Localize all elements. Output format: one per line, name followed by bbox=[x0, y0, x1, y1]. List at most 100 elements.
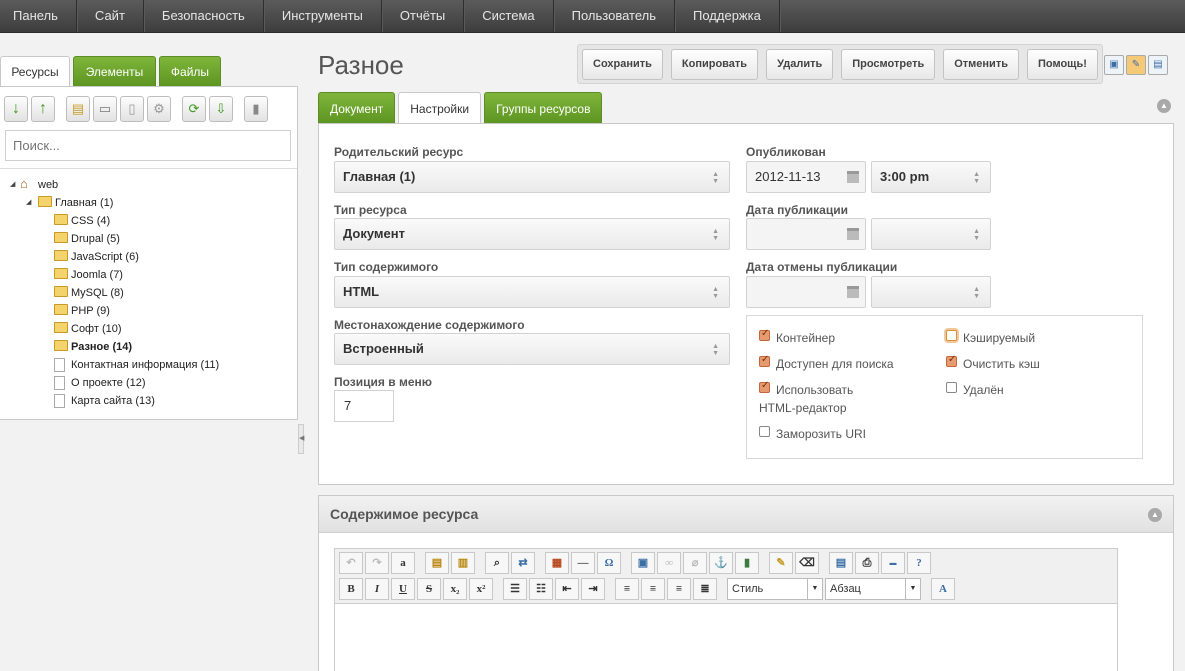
resource-type-select[interactable]: Документ ▲ ▼ bbox=[334, 218, 730, 250]
paste-text-icon[interactable]: ▥ bbox=[451, 552, 475, 574]
help-icon[interactable]: ? bbox=[907, 552, 931, 574]
new-symlink-button[interactable]: ▯ bbox=[120, 96, 144, 122]
indent-icon[interactable]: ⇥ bbox=[581, 578, 605, 600]
refresh-button[interactable]: ⟳ bbox=[182, 96, 206, 122]
checkbox-freeze-uri[interactable]: Заморозить URI bbox=[759, 425, 866, 443]
calendar-icon[interactable] bbox=[847, 171, 859, 183]
tab-files[interactable]: Файлы bbox=[159, 56, 221, 87]
anchor-icon[interactable]: ⚓ bbox=[709, 552, 733, 574]
purge-button[interactable]: ▮ bbox=[244, 96, 268, 122]
image-icon[interactable]: ▣ bbox=[631, 552, 655, 574]
bold-icon[interactable]: B bbox=[339, 578, 363, 600]
new-resource-button[interactable]: ▤ bbox=[66, 96, 90, 122]
tab-document[interactable]: Документ bbox=[318, 92, 396, 124]
italic-icon[interactable]: I bbox=[365, 578, 389, 600]
checkbox-rich-text[interactable]: Использовать bbox=[759, 380, 853, 399]
special-char-icon[interactable]: Ω bbox=[597, 552, 621, 574]
tab-resources[interactable]: Ресурсы bbox=[0, 56, 70, 87]
sort-down-button[interactable]: ↓ bbox=[4, 96, 28, 122]
tree-node[interactable]: Разное (14) bbox=[0, 338, 297, 356]
collapse-up-icon[interactable]: ▲ bbox=[1148, 508, 1162, 522]
underline-icon[interactable]: U bbox=[391, 578, 415, 600]
expand-arrow-icon[interactable]: ◢ bbox=[26, 194, 31, 212]
numbered-list-icon[interactable]: ☷ bbox=[529, 578, 553, 600]
checkbox-deleted[interactable]: Удалён bbox=[946, 381, 1004, 399]
layout-window-icon[interactable]: ▤ bbox=[1148, 55, 1168, 75]
tree-node[interactable]: MySQL (8) bbox=[0, 284, 297, 302]
nav-item[interactable]: Поддержка bbox=[675, 0, 780, 32]
redo-icon[interactable]: ↷ bbox=[365, 552, 389, 574]
layout-left-icon[interactable]: ▣ bbox=[1104, 55, 1124, 75]
align-left-icon[interactable]: ≡ bbox=[615, 578, 639, 600]
content-disposition-select[interactable]: Встроенный ▲ ▼ bbox=[334, 333, 730, 365]
tab-resource-groups[interactable]: Группы ресурсов bbox=[484, 92, 603, 124]
pub-date-field[interactable] bbox=[746, 218, 866, 250]
checkbox-box[interactable] bbox=[759, 426, 770, 437]
pub-time-select[interactable]: ▲ ▼ bbox=[871, 218, 991, 250]
tree-node[interactable]: Софт (10) bbox=[0, 320, 297, 338]
insert-table-icon[interactable]: ▦ bbox=[545, 552, 569, 574]
checkbox-box[interactable] bbox=[946, 330, 957, 341]
checkbox-box[interactable] bbox=[946, 382, 957, 393]
delete-button[interactable]: Удалить bbox=[766, 48, 834, 80]
menu-index-input[interactable]: 7 bbox=[334, 390, 394, 422]
parent-resource-select[interactable]: Главная (1) ▲ ▼ bbox=[334, 161, 730, 193]
tree-node[interactable]: JavaScript (6) bbox=[0, 248, 297, 266]
paste-icon[interactable]: ▤ bbox=[425, 552, 449, 574]
format-select[interactable]: Абзац ▼ bbox=[825, 578, 921, 600]
tree-node[interactable]: Joomla (7) bbox=[0, 266, 297, 284]
remove-format-icon[interactable]: ⌫ bbox=[795, 552, 819, 574]
tree-node[interactable]: Контактная информация (11) bbox=[0, 356, 297, 374]
nav-item[interactable]: Пользователь bbox=[554, 0, 676, 32]
checkbox-container[interactable]: Контейнер bbox=[759, 328, 835, 347]
copy-button[interactable]: Копировать bbox=[670, 48, 759, 80]
checkbox-box[interactable] bbox=[946, 354, 957, 367]
checkbox-clear-cache[interactable]: Очистить кэш bbox=[946, 354, 1040, 373]
editor-body[interactable] bbox=[335, 605, 1117, 671]
calendar-icon[interactable] bbox=[847, 228, 859, 240]
tree-node[interactable]: О проекте (12) bbox=[0, 374, 297, 392]
tree-node[interactable]: Drupal (5) bbox=[0, 230, 297, 248]
published-time-select[interactable]: 3:00 pm ▲ ▼ bbox=[871, 161, 991, 193]
nav-item[interactable]: Сайт bbox=[77, 0, 144, 32]
replace-icon[interactable]: ⇄ bbox=[511, 552, 535, 574]
outdent-icon[interactable]: ⇤ bbox=[555, 578, 579, 600]
sort-up-button[interactable]: ↑ bbox=[31, 96, 55, 122]
unlink-icon[interactable]: ⌀ bbox=[683, 552, 707, 574]
nav-item[interactable]: Безопасность bbox=[144, 0, 264, 32]
align-right-icon[interactable]: ≡ bbox=[667, 578, 691, 600]
print-icon[interactable]: ⎙ bbox=[855, 552, 879, 574]
published-date-field[interactable]: 2012-11-13 bbox=[746, 161, 866, 193]
search-input[interactable] bbox=[5, 130, 291, 161]
calendar-icon[interactable] bbox=[847, 286, 859, 298]
tree-node[interactable]: ◢ Главная (1) bbox=[0, 194, 297, 212]
nav-item[interactable]: Система bbox=[464, 0, 554, 32]
subscript-icon[interactable]: x₂ bbox=[443, 578, 467, 600]
media-icon[interactable]: ▮ bbox=[735, 552, 759, 574]
tree-node[interactable]: CSS (4) bbox=[0, 212, 297, 230]
save-button[interactable]: Сохранить bbox=[582, 48, 663, 80]
expand-arrow-icon[interactable]: ◢ bbox=[10, 176, 15, 194]
checkbox-cacheable[interactable]: Кэшируемый bbox=[946, 329, 1035, 347]
nav-item[interactable]: Отчёты bbox=[382, 0, 465, 32]
align-center-icon[interactable]: ≡ bbox=[641, 578, 665, 600]
checkbox-searchable[interactable]: Доступен для поиска bbox=[759, 354, 894, 373]
unpub-time-select[interactable]: ▲ ▼ bbox=[871, 276, 991, 308]
search-icon[interactable]: ⌕ bbox=[485, 552, 509, 574]
tree-node[interactable]: PHP (9) bbox=[0, 302, 297, 320]
help-button[interactable]: Помощь! bbox=[1026, 48, 1098, 80]
cleanup-icon[interactable]: ✎ bbox=[769, 552, 793, 574]
superscript-icon[interactable]: x² bbox=[469, 578, 493, 600]
sort-tree-button[interactable]: ⇩ bbox=[209, 96, 233, 122]
checkbox-box[interactable] bbox=[759, 328, 770, 341]
align-justify-icon[interactable]: ≣ bbox=[693, 578, 717, 600]
link-icon[interactable]: ∞ bbox=[657, 552, 681, 574]
new-weblink-button[interactable]: ▭ bbox=[93, 96, 117, 122]
checkbox-box[interactable] bbox=[759, 354, 770, 367]
layout-edit-icon[interactable]: ✎ bbox=[1126, 55, 1146, 75]
collapse-up-icon[interactable]: ▲ bbox=[1157, 99, 1171, 113]
tree-node[interactable]: Карта сайта (13) bbox=[0, 392, 297, 410]
tab-settings[interactable]: Настройки bbox=[398, 92, 482, 125]
cancel-button[interactable]: Отменить bbox=[943, 48, 1019, 80]
tree-node[interactable]: ◢ ⌂ web bbox=[0, 176, 297, 194]
